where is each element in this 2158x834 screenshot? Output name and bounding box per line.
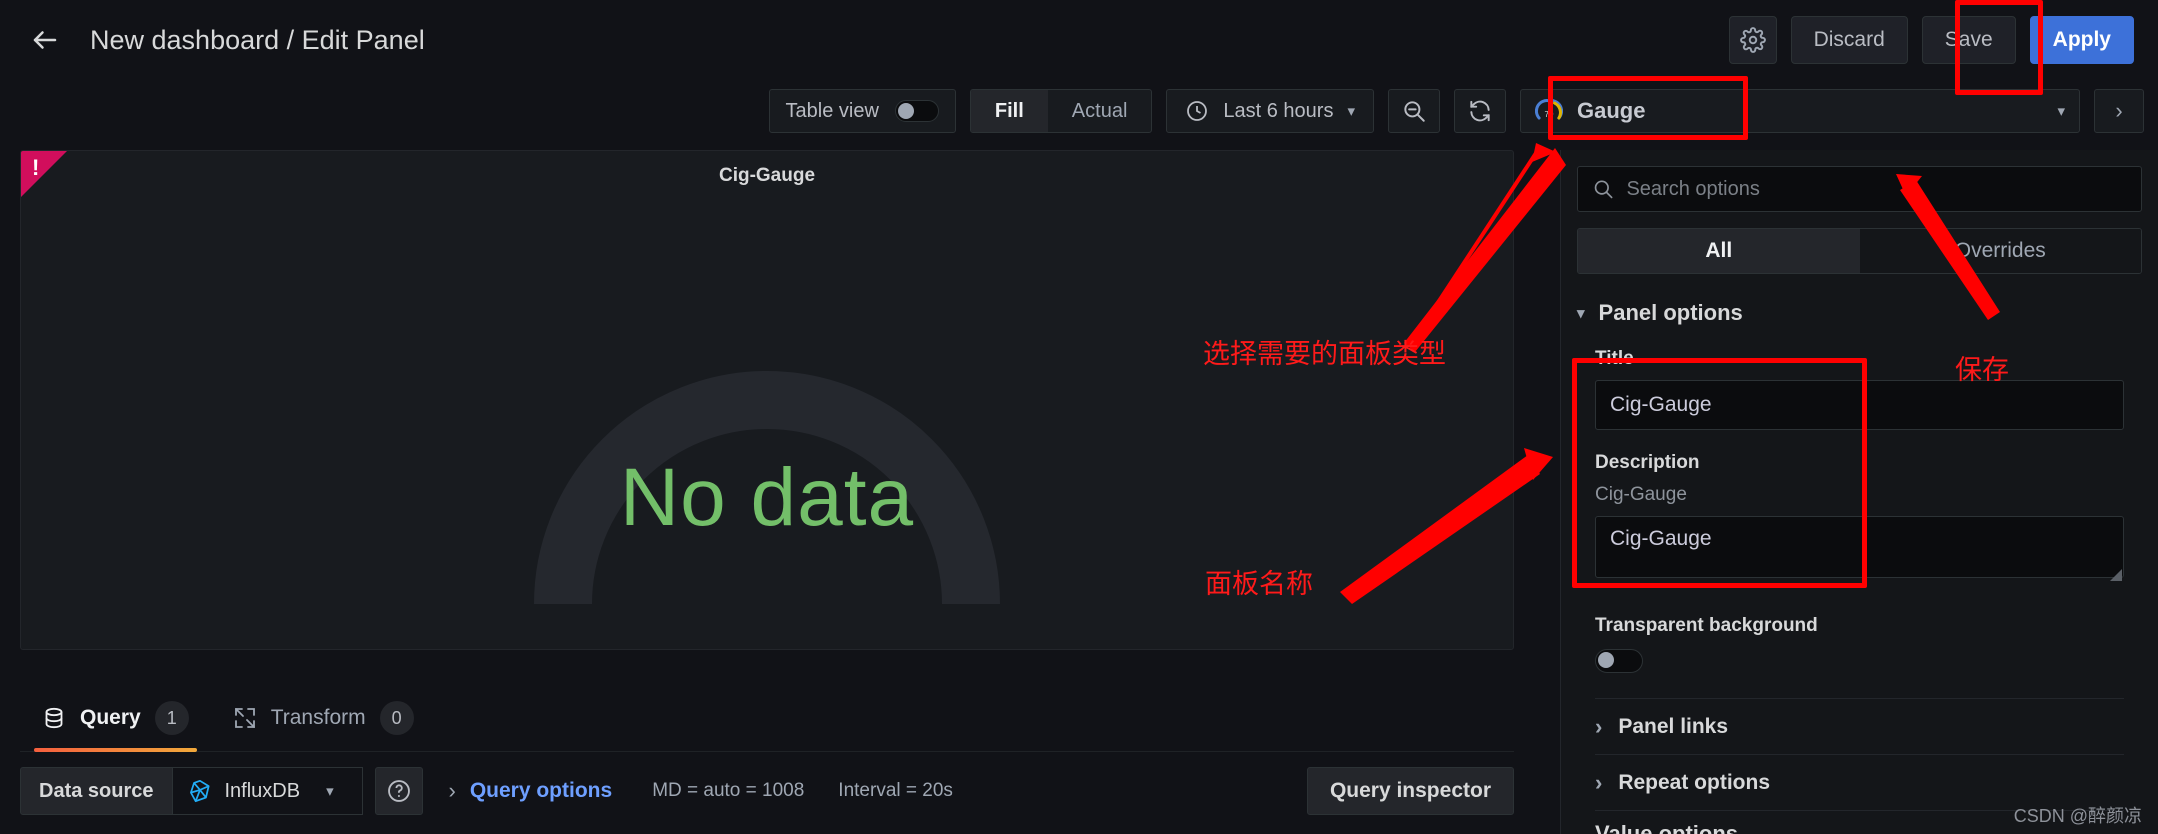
discard-button[interactable]: Discard: [1790, 16, 1908, 64]
table-view-switch[interactable]: [894, 100, 939, 122]
refresh-icon: [1470, 100, 1490, 122]
help-circle-icon: [387, 780, 410, 802]
table-view-toggle[interactable]: Table view: [768, 89, 956, 133]
options-filter-tabs: All Overrides: [1577, 228, 2142, 274]
title-field-label: Title: [1595, 348, 1634, 369]
zoom-out-icon: [1404, 101, 1425, 122]
query-toolbar: Data source InfluxDB ▾ › Query options M…: [20, 762, 1514, 820]
gear-icon: [1739, 27, 1766, 53]
visualization-type-label: Gauge: [1577, 98, 1646, 123]
fit-fill-option[interactable]: Fill: [970, 90, 1048, 132]
repeat-options-label: Repeat options: [1618, 770, 1771, 794]
annotation-arrow-viz-head: [1532, 143, 1556, 162]
transparent-background-label: Transparent background: [1595, 615, 1818, 636]
visualization-panel: ! Cig-Gauge No data: [20, 150, 1514, 650]
visualization-picker[interactable]: 79 Gauge ▾: [1520, 89, 2080, 133]
title-input[interactable]: [1595, 380, 2124, 430]
options-tab-overrides[interactable]: Overrides: [1859, 229, 2141, 273]
transform-icon: [234, 708, 255, 728]
svg-text:79: 79: [1544, 110, 1554, 119]
options-pane-toggle[interactable]: ›: [2094, 89, 2144, 133]
query-options-label: Query options: [469, 779, 613, 802]
query-interval: Interval = 20s: [838, 780, 953, 801]
fit-actual-option[interactable]: Actual: [1048, 90, 1152, 132]
gauge-arc: [534, 371, 1000, 605]
page-title: New dashboard / Edit Panel: [90, 24, 425, 55]
chevron-right-icon: ›: [1595, 769, 1603, 795]
chevron-down-icon: ▾: [1577, 305, 1585, 322]
watermark: CSDN @醉颜凉: [2013, 806, 2142, 826]
save-button[interactable]: Save: [1921, 16, 2016, 64]
no-data-message: No data: [619, 452, 915, 543]
search-options-box[interactable]: [1577, 166, 2142, 212]
influxdb-icon: [189, 779, 210, 803]
description-textarea[interactable]: [1595, 516, 2124, 578]
gauge-icon: 79: [1535, 99, 1563, 120]
description-field-hint: Cig-Gauge: [1595, 484, 1687, 505]
chevron-down-icon[interactable]: ▾: [2057, 102, 2065, 120]
data-source-value: InfluxDB: [224, 779, 301, 802]
chevron-right-icon: ›: [1595, 713, 1603, 739]
chevron-right-icon: ›: [448, 778, 456, 803]
bottom-tabs: Query 1 Transform 0: [20, 690, 1514, 752]
grafana-edit-panel-screen: New dashboard / Edit Panel Discard Save …: [0, 0, 2158, 834]
textarea-resize-grip[interactable]: [2110, 569, 2122, 581]
panel-title: Cig-Gauge: [718, 165, 816, 186]
options-tab-all[interactable]: All: [1578, 229, 1860, 273]
query-options-expander[interactable]: › Query options MD = auto = 1008 Interva…: [435, 767, 967, 815]
time-range-label: Last 6 hours: [1223, 99, 1334, 122]
back-button[interactable]: [22, 17, 68, 63]
annotation-arrow-title-head: [1524, 448, 1553, 480]
data-source-select[interactable]: InfluxDB ▾: [172, 767, 363, 815]
header-actions: Discard Save Apply: [1728, 16, 2134, 64]
options-pane: All Overrides ▾ Panel options Title Desc…: [1560, 150, 2158, 834]
apply-button[interactable]: Apply: [2029, 16, 2134, 64]
clock-icon: [1187, 101, 1208, 121]
database-icon: [45, 707, 63, 729]
time-range-picker[interactable]: Last 6 hours ▾: [1166, 89, 1374, 133]
arrow-left-icon: [33, 31, 57, 49]
chevron-down-icon[interactable]: ▾: [1347, 102, 1355, 120]
transparent-background-switch[interactable]: [1595, 649, 1643, 673]
refresh-button[interactable]: [1454, 89, 1506, 133]
tab-transform-label: Transform: [270, 706, 366, 729]
transparent-background-group: Transparent background: [1595, 615, 2124, 678]
tab-query[interactable]: Query 1: [20, 701, 211, 752]
panel-options-section-label: Panel options: [1598, 300, 1743, 325]
zoom-out-button[interactable]: [1388, 89, 1440, 133]
chevron-down-icon[interactable]: ▾: [326, 782, 334, 800]
table-view-label: Table view: [785, 99, 879, 122]
query-max-datapoints: MD = auto = 1008: [652, 780, 805, 801]
panel-links-row[interactable]: › Panel links: [1595, 699, 2124, 755]
tab-transform-count: 0: [379, 701, 414, 735]
data-source-label: Data source: [20, 767, 173, 815]
description-field-label: Description: [1595, 452, 1700, 473]
tab-query-count: 1: [154, 701, 189, 735]
panel-settings-button[interactable]: [1728, 16, 1777, 64]
title-field-group: Title: [1595, 348, 2124, 430]
tab-transform[interactable]: Transform 0: [211, 701, 436, 751]
gauge-graphic: [21, 199, 1513, 629]
query-inspector-button[interactable]: Query inspector: [1306, 767, 1514, 815]
top-header-bar: New dashboard / Edit Panel Discard Save …: [0, 0, 2158, 80]
tab-query-label: Query: [80, 706, 141, 729]
panel-edit-toolbar: Table view Fill Actual Last 6 hours ▾ 79…: [0, 80, 2158, 142]
search-options-input[interactable]: [1626, 177, 2127, 201]
search-icon: [1594, 180, 1613, 199]
fit-mode-segment: Fill Actual: [969, 89, 1153, 133]
panel-options-section-header[interactable]: ▾ Panel options: [1577, 300, 2158, 326]
data-source-help-button[interactable]: [374, 767, 423, 815]
panel-links-label: Panel links: [1618, 714, 1729, 738]
description-field-group: Description Cig-Gauge: [1595, 452, 2124, 581]
